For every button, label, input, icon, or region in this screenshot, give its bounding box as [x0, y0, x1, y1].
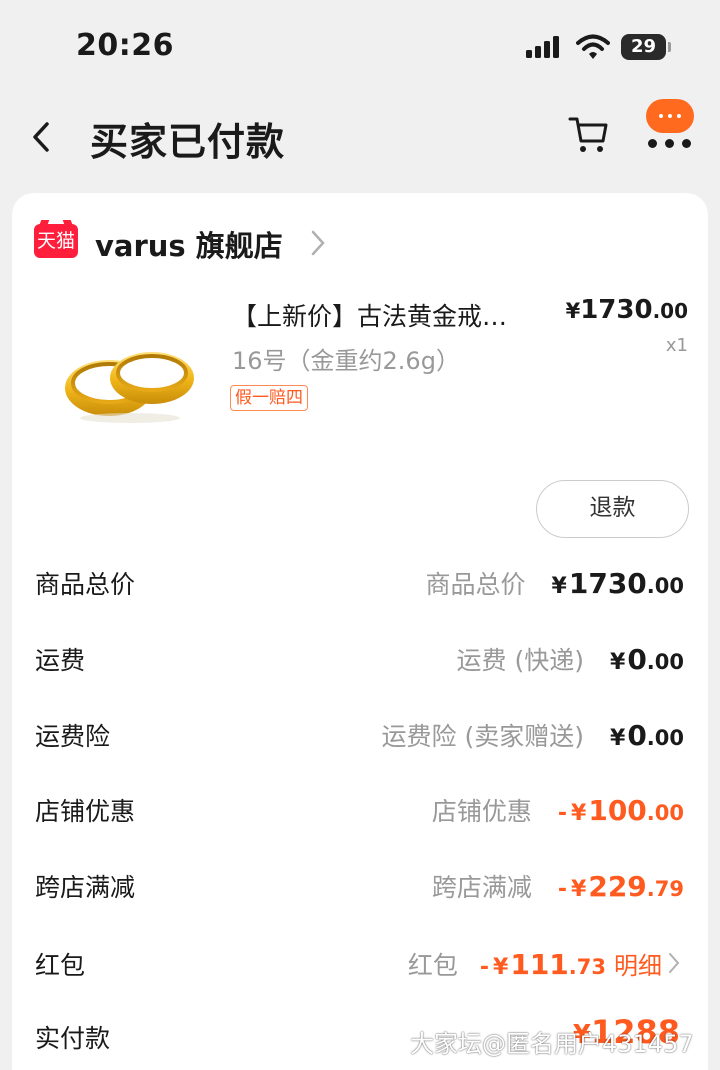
wifi-icon: [576, 34, 610, 59]
row-amount: - ¥229.79: [557, 870, 684, 903]
refund-button[interactable]: 退款: [536, 480, 689, 538]
row-sub-label: 商品总价: [425, 570, 526, 599]
row-sub-label: 运费 (快递): [456, 646, 584, 675]
more-menu-button[interactable]: [642, 99, 698, 155]
row-amount: - ¥100.00: [557, 794, 684, 827]
status-bar: 20:26 29: [0, 0, 720, 90]
battery-indicator: 29: [621, 34, 671, 60]
row-label: 店铺优惠: [35, 797, 136, 826]
price-currency: ¥: [565, 299, 581, 323]
detail-link[interactable]: 明细: [614, 946, 662, 981]
row-amount: - ¥111.73: [479, 948, 606, 981]
row-goods-total: 商品总价 商品总价 ¥1730.00: [12, 565, 708, 613]
row-label: 运费: [35, 646, 86, 675]
guarantee-tag: 假一赔四: [230, 385, 308, 411]
watermark: 大家坛@匿名用户431457: [410, 1030, 694, 1058]
signal-icon: [526, 36, 559, 58]
status-time: 20:26: [76, 28, 174, 63]
row-sub-label: 跨店满减: [431, 873, 532, 902]
chevron-right-icon[interactable]: [668, 952, 680, 974]
battery-level: 29: [621, 34, 666, 60]
page-title: 买家已付款: [90, 120, 286, 164]
row-shipping: 运费 运费 (快递) ¥0.00: [12, 641, 708, 689]
chevron-right-icon: [311, 230, 325, 256]
product-title[interactable]: 【上新价】古法黄金戒…: [232, 297, 552, 333]
product-quantity: x1: [665, 335, 688, 356]
row-cross-store-discount: 跨店满减 跨店满减 - ¥229.79: [12, 868, 708, 916]
row-sub-label: 运费险 (卖家赠送): [381, 722, 584, 751]
row-sub-label: 红包: [407, 951, 458, 980]
product-image[interactable]: [52, 333, 202, 433]
row-label: 运费险: [35, 722, 111, 751]
row-label: 红包: [35, 951, 86, 980]
nav-bar: 买家已付款: [0, 95, 720, 180]
row-amount: ¥0.00: [610, 643, 684, 676]
tmall-logo-text: 天猫: [36, 230, 75, 252]
row-label: 商品总价: [35, 570, 136, 599]
price-decimal: .00: [652, 299, 688, 323]
order-card: 天猫 varus 旗舰店 【上新价】古法黄金戒… 16号（金重约2.6g） 假一…: [12, 193, 708, 1070]
cart-icon[interactable]: [568, 115, 610, 155]
row-amount: ¥0.00: [610, 719, 684, 752]
row-shipping-insurance: 运费险 运费险 (卖家赠送) ¥0.00: [12, 717, 708, 765]
price-integer: 1730: [580, 295, 653, 325]
message-bubble-icon: [646, 99, 694, 133]
row-label: 跨店满减: [35, 873, 136, 902]
row-amount: ¥1730.00: [551, 567, 684, 600]
row-sub-label: 店铺优惠: [431, 797, 532, 826]
row-label: 实付款: [35, 1024, 111, 1053]
tmall-logo: 天猫: [34, 220, 78, 258]
product-spec: 16号（金重约2.6g）: [232, 347, 460, 375]
shop-name: varus 旗舰店: [95, 229, 283, 263]
back-arrow-icon[interactable]: [30, 121, 52, 153]
row-shop-discount: 店铺优惠 店铺优惠 - ¥100.00: [12, 792, 708, 840]
product-price: ¥1730.00: [566, 295, 688, 325]
battery-tip: [668, 42, 671, 52]
row-red-packet: 红包 红包 - ¥111.73 明细: [12, 946, 708, 994]
